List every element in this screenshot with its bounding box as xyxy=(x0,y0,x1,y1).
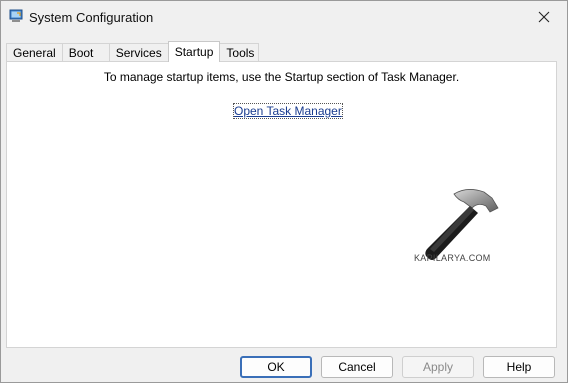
tab-tools[interactable]: Tools xyxy=(219,43,260,62)
cancel-button[interactable]: Cancel xyxy=(321,356,393,378)
tab-startup[interactable]: Startup xyxy=(167,41,221,62)
system-configuration-window: System Configuration General Boot Servic… xyxy=(0,0,568,383)
msconfig-icon xyxy=(9,9,23,22)
title-bar: System Configuration xyxy=(1,1,567,35)
startup-panel: To manage startup items, use the Startup… xyxy=(6,61,557,348)
help-button[interactable]: Help xyxy=(483,356,555,378)
tab-boot[interactable]: Boot xyxy=(61,43,110,62)
startup-message: To manage startup items, use the Startup… xyxy=(103,70,460,84)
watermark-text: KAPILARYA.COM xyxy=(414,253,491,263)
tab-general[interactable]: General xyxy=(6,43,63,62)
close-button[interactable] xyxy=(521,1,567,33)
window-title: System Configuration xyxy=(29,10,154,25)
open-task-manager-link[interactable]: Open Task Manager xyxy=(233,103,343,119)
ok-button[interactable]: OK xyxy=(240,356,312,378)
close-icon xyxy=(538,11,550,23)
tab-services[interactable]: Services xyxy=(108,43,169,62)
tab-strip: General Boot Services Startup Tools xyxy=(6,41,260,62)
apply-button[interactable]: Apply xyxy=(402,356,474,378)
